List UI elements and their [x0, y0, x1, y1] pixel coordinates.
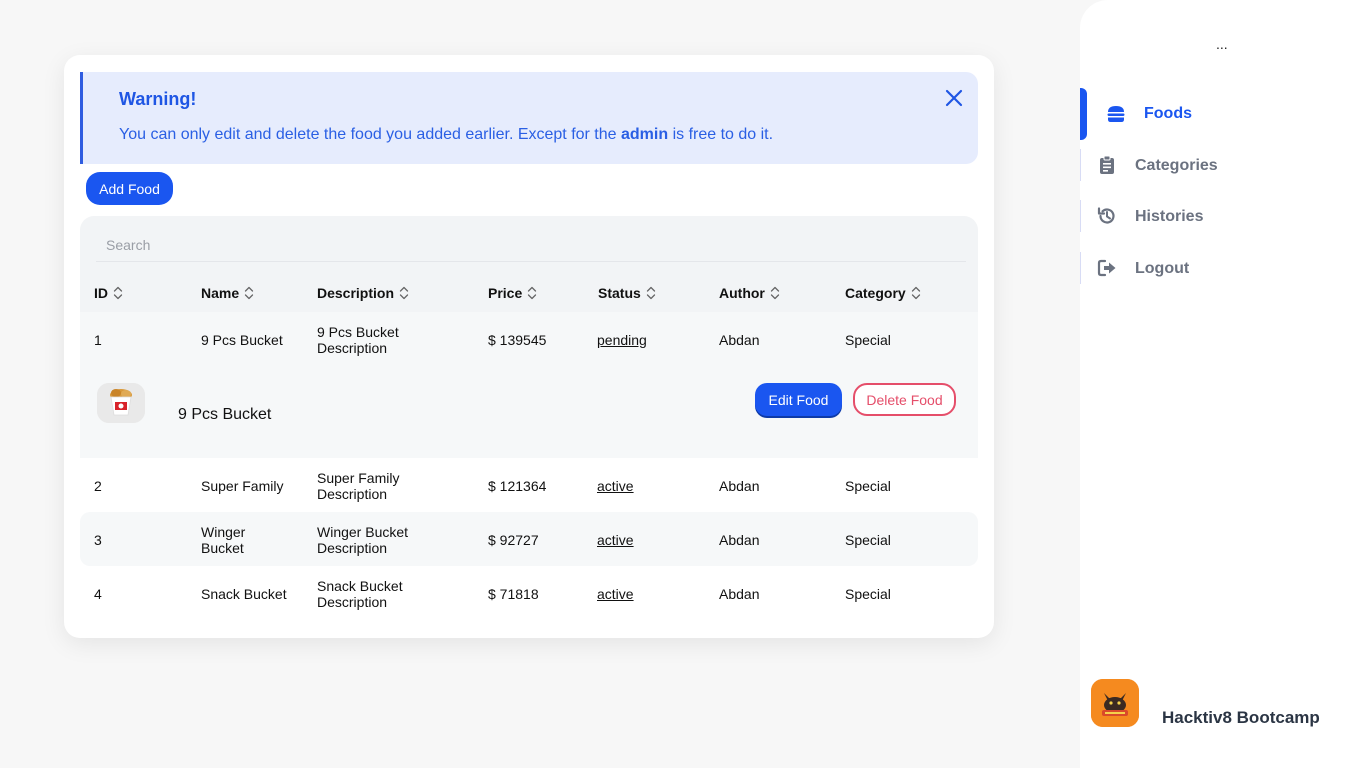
column-label: Description: [317, 285, 395, 301]
nav-divider: [1080, 149, 1081, 181]
bucket-image: [97, 383, 145, 423]
food-table-card: Warning! You can only edit and delete th…: [64, 55, 994, 638]
history-icon: [1097, 207, 1115, 224]
column-header-author[interactable]: Author: [719, 285, 780, 301]
active-indicator: [1080, 88, 1087, 140]
nav-divider: [1080, 200, 1081, 232]
sort-icon: [113, 286, 123, 300]
cell-description: 9 Pcs Bucket Description: [317, 324, 399, 356]
close-icon[interactable]: [944, 88, 964, 108]
description-line: Winger Bucket: [317, 524, 409, 540]
description-line: Super Family: [317, 470, 400, 486]
food-thumbnail: [97, 383, 145, 423]
cell-id: 2: [94, 478, 102, 494]
alert-title: Warning!: [119, 89, 197, 109]
column-label: Author: [719, 285, 765, 301]
sidebar: ... Foods Categories Histories Logout Ha…: [1080, 0, 1366, 768]
cell-category: Special: [845, 332, 891, 348]
cell-name: Super Family: [201, 478, 284, 494]
sidebar-item-label: Foods: [1144, 105, 1192, 122]
column-header-price[interactable]: Price: [488, 285, 537, 301]
burger-icon: [1107, 106, 1125, 122]
cell-name: Snack Bucket: [201, 586, 287, 602]
cell-description: Snack Bucket Description: [317, 578, 403, 610]
sidebar-item-label: Histories: [1135, 208, 1204, 225]
description-line: Description: [317, 594, 388, 610]
cell-description: Winger Bucket Description: [317, 524, 408, 556]
sort-icon: [911, 286, 920, 300]
cell-description: Super Family Description: [317, 470, 399, 502]
edit-food-button[interactable]: Edit Food: [755, 383, 842, 416]
menu-dots[interactable]: ...: [1216, 36, 1228, 52]
food-table: ID Name Description Price Status Author …: [80, 216, 978, 624]
cell-price: $ 71818: [488, 586, 539, 602]
description-line: Description: [317, 340, 388, 356]
nav-divider: [1080, 252, 1081, 284]
sort-icon: [399, 286, 409, 300]
cell-name: 9 Pcs Bucket: [201, 332, 283, 348]
sidebar-item-histories[interactable]: Histories: [1080, 196, 1366, 236]
cell-author: Abdan: [719, 532, 760, 548]
cell-category: Special: [845, 478, 891, 494]
cell-status-link[interactable]: pending: [597, 332, 647, 348]
sort-icon: [244, 286, 254, 300]
alert-text-after: is free to do it.: [668, 126, 774, 143]
sidebar-item-logout[interactable]: Logout: [1080, 248, 1366, 288]
alert-text-bold: admin: [621, 126, 669, 143]
search-input[interactable]: [96, 228, 966, 262]
warning-alert: Warning! You can only edit and delete th…: [80, 72, 978, 164]
cell-id: 3: [94, 532, 102, 548]
column-label: Price: [488, 285, 523, 301]
description-line: 9 Pcs Bucket: [317, 324, 399, 340]
sort-icon: [770, 286, 780, 300]
description-line: Snack Bucket: [317, 578, 403, 594]
sidebar-item-categories[interactable]: Categories: [1080, 145, 1366, 185]
cell-price: $ 121364: [488, 478, 547, 494]
column-label: Name: [201, 285, 240, 301]
expanded-food-name: 9 Pcs Bucket: [178, 406, 272, 423]
column-header-description[interactable]: Description: [317, 285, 409, 301]
cell-status-link[interactable]: active: [597, 478, 634, 494]
cell-author: Abdan: [719, 332, 760, 348]
sort-icon: [646, 286, 655, 300]
cell-price: $ 92727: [488, 532, 539, 548]
description-line: Description: [317, 486, 388, 502]
column-label: ID: [94, 285, 108, 301]
brand-logo: [1091, 679, 1139, 727]
expanded-row-details: 9 Pcs Bucket Edit Food Delete Food: [80, 362, 978, 458]
cell-status-link[interactable]: active: [597, 586, 634, 602]
table-row[interactable]: 3 Winger Bucket Winger Bucket Description…: [80, 512, 978, 566]
cell-id: 1: [94, 332, 102, 348]
cell-author: Abdan: [719, 478, 760, 494]
description-line: Description: [317, 540, 388, 556]
table-row[interactable]: 4 Snack Bucket Snack Bucket Description $…: [80, 566, 978, 620]
sidebar-item-label: Logout: [1135, 260, 1190, 277]
column-header-category[interactable]: Category: [845, 285, 921, 301]
cell-category: Special: [845, 532, 891, 548]
column-label: Status: [598, 285, 641, 301]
alert-message: You can only edit and delete the food yo…: [119, 126, 773, 144]
column-header-name[interactable]: Name: [201, 285, 254, 301]
cell-name: Winger Bucket: [201, 524, 246, 556]
table-row[interactable]: 2 Super Family Super Family Description $…: [80, 458, 978, 512]
delete-food-button[interactable]: Delete Food: [853, 383, 956, 416]
fox-logo-icon: [1091, 679, 1139, 727]
cell-author: Abdan: [719, 586, 760, 602]
column-header-status[interactable]: Status: [598, 285, 656, 301]
alert-text-before: You can only edit and delete the food yo…: [119, 126, 621, 143]
logout-icon: [1097, 259, 1116, 277]
add-food-button[interactable]: Add Food: [86, 172, 173, 205]
clipboard-icon: [1100, 155, 1114, 174]
brand-name: Hacktiv8 Bootcamp: [1162, 708, 1320, 727]
sort-icon: [528, 286, 537, 300]
column-header-id[interactable]: ID: [94, 285, 123, 301]
cell-status-link[interactable]: active: [597, 532, 634, 548]
cell-id: 4: [94, 586, 102, 602]
cell-category: Special: [845, 586, 891, 602]
sidebar-item-foods[interactable]: Foods: [1080, 88, 1366, 140]
column-label: Category: [845, 285, 906, 301]
cell-price: $ 139545: [488, 332, 547, 348]
sidebar-item-label: Categories: [1135, 157, 1218, 174]
